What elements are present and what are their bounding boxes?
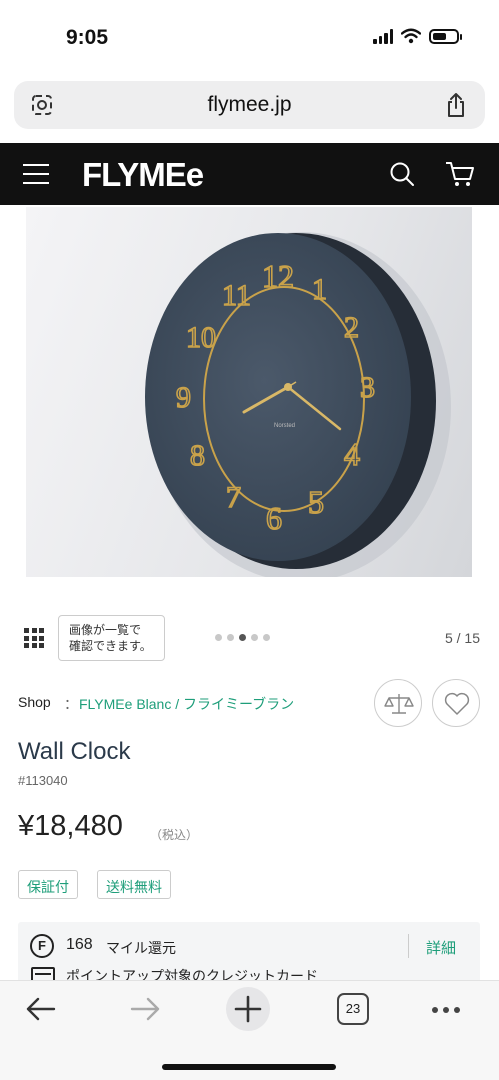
pagination-dot[interactable] — [227, 634, 234, 641]
clock-brand-label: Norsted — [274, 423, 295, 429]
heart-icon — [444, 692, 470, 715]
numeral-12: 12 — [262, 258, 294, 294]
warranty-tag: 保証付 — [18, 870, 78, 899]
product-code: #113040 — [18, 773, 68, 788]
numeral-2: 2 — [344, 311, 359, 344]
divider — [408, 934, 409, 958]
gallery-tip-line2: 確認できます。 — [69, 639, 152, 653]
back-arrow-icon[interactable] — [24, 995, 58, 1023]
compare-button[interactable] — [374, 679, 422, 727]
cart-icon[interactable] — [445, 160, 475, 188]
url-bar[interactable]: flymee.jp — [14, 81, 485, 129]
numeral-10: 10 — [186, 321, 216, 354]
wall-clock-illustration: 12 1 2 3 4 5 6 7 8 9 10 11 Norsted — [145, 232, 451, 577]
tax-note: （税込） — [150, 828, 199, 842]
battery-icon — [429, 28, 462, 44]
new-tab-button[interactable] — [226, 987, 270, 1031]
favorite-button[interactable] — [432, 679, 480, 727]
status-icons — [373, 28, 462, 44]
balance-scale-icon — [384, 694, 414, 714]
gallery-tooltip: 画像が一覧で 確認できます。 — [58, 615, 165, 661]
numeral-8: 8 — [190, 439, 205, 472]
numeral-3: 3 — [360, 371, 375, 404]
status-time: 9:05 — [66, 26, 109, 49]
shop-link[interactable]: FLYMEe Blanc / フライミーブラン — [79, 694, 294, 714]
gallery-tip-line1: 画像が一覧で — [69, 623, 142, 637]
grid-view-icon[interactable] — [24, 628, 44, 648]
numeral-9: 9 — [176, 381, 191, 414]
pagination-dot[interactable] — [251, 634, 258, 641]
numeral-1: 1 — [312, 273, 327, 306]
numeral-11: 11 — [222, 279, 251, 312]
forward-arrow-icon[interactable] — [128, 995, 162, 1023]
image-pagination-dots[interactable] — [215, 634, 270, 641]
product-image[interactable]: 12 1 2 3 4 5 6 7 8 9 10 11 Norsted — [26, 207, 472, 577]
numeral-7: 7 — [226, 481, 241, 514]
more-options-icon[interactable] — [432, 1007, 460, 1013]
site-logo[interactable]: FLYMEe — [82, 156, 204, 194]
product-title: Wall Clock — [18, 738, 131, 765]
free-shipping-tag: 送料無料 — [97, 870, 171, 899]
search-icon[interactable] — [389, 161, 415, 187]
pagination-dot-active[interactable] — [239, 634, 246, 641]
hamburger-menu-icon[interactable] — [23, 164, 49, 184]
share-icon[interactable] — [445, 92, 467, 118]
home-indicator[interactable] — [162, 1064, 336, 1070]
mile-text: マイル還元 — [106, 940, 176, 956]
numeral-6: 6 — [266, 500, 282, 536]
shop-label: Shop — [18, 694, 51, 710]
tabs-button[interactable]: 23 — [337, 993, 369, 1025]
image-counter: 5 / 15 — [444, 630, 480, 646]
mile-f-icon: F — [30, 934, 54, 958]
shop-separator: ： — [64, 696, 78, 712]
wifi-icon — [401, 28, 421, 44]
site-header: FLYMEe — [0, 143, 499, 205]
numeral-4: 4 — [344, 436, 360, 472]
product-price: ¥18,480 — [18, 810, 123, 842]
mile-count: 168 — [66, 936, 93, 953]
plus-icon — [234, 995, 262, 1023]
pagination-dot[interactable] — [263, 634, 270, 641]
mile-detail-link[interactable]: 詳細 — [426, 937, 456, 958]
status-bar: 9:05 — [0, 0, 499, 70]
numeral-5: 5 — [308, 484, 324, 520]
pagination-dot[interactable] — [215, 634, 222, 641]
signal-icon — [373, 28, 393, 44]
url-text[interactable]: flymee.jp — [14, 93, 485, 117]
